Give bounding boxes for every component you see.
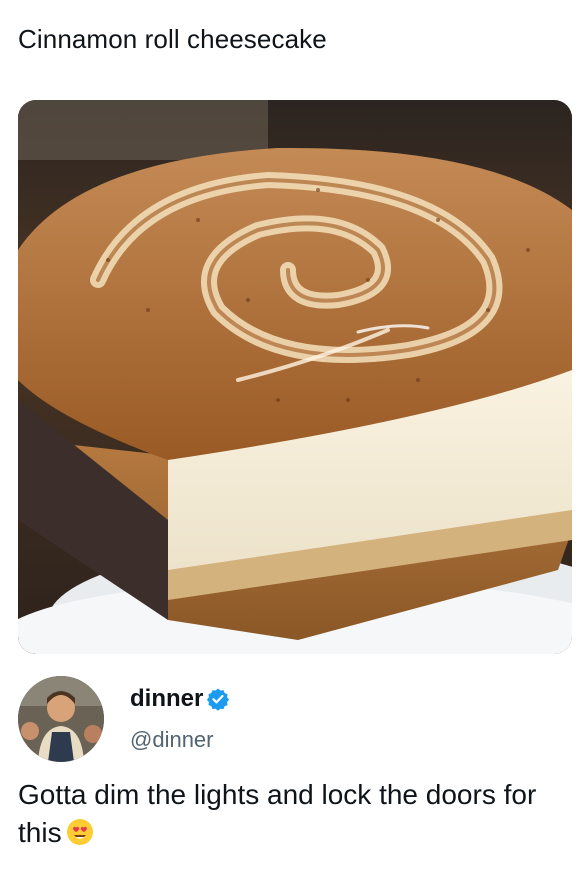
author-row: dinner @dinner bbox=[18, 676, 572, 766]
tweet-text: Gotta dim the lights and lock the doors … bbox=[18, 776, 568, 852]
heart-eyes-emoji-icon bbox=[66, 818, 94, 846]
avatar[interactable] bbox=[18, 676, 104, 762]
tweet-body: Gotta dim the lights and lock the doors … bbox=[18, 779, 537, 848]
post-title: Cinnamon roll cheesecake bbox=[18, 24, 327, 54]
display-name[interactable]: dinner bbox=[130, 684, 230, 714]
author-handle[interactable]: @dinner bbox=[130, 726, 214, 754]
cheesecake-photo[interactable] bbox=[18, 100, 572, 654]
verified-badge-icon bbox=[206, 687, 230, 711]
cheesecake-image bbox=[18, 100, 572, 654]
display-name-text: dinner bbox=[130, 685, 204, 712]
avatar-image bbox=[18, 676, 104, 762]
